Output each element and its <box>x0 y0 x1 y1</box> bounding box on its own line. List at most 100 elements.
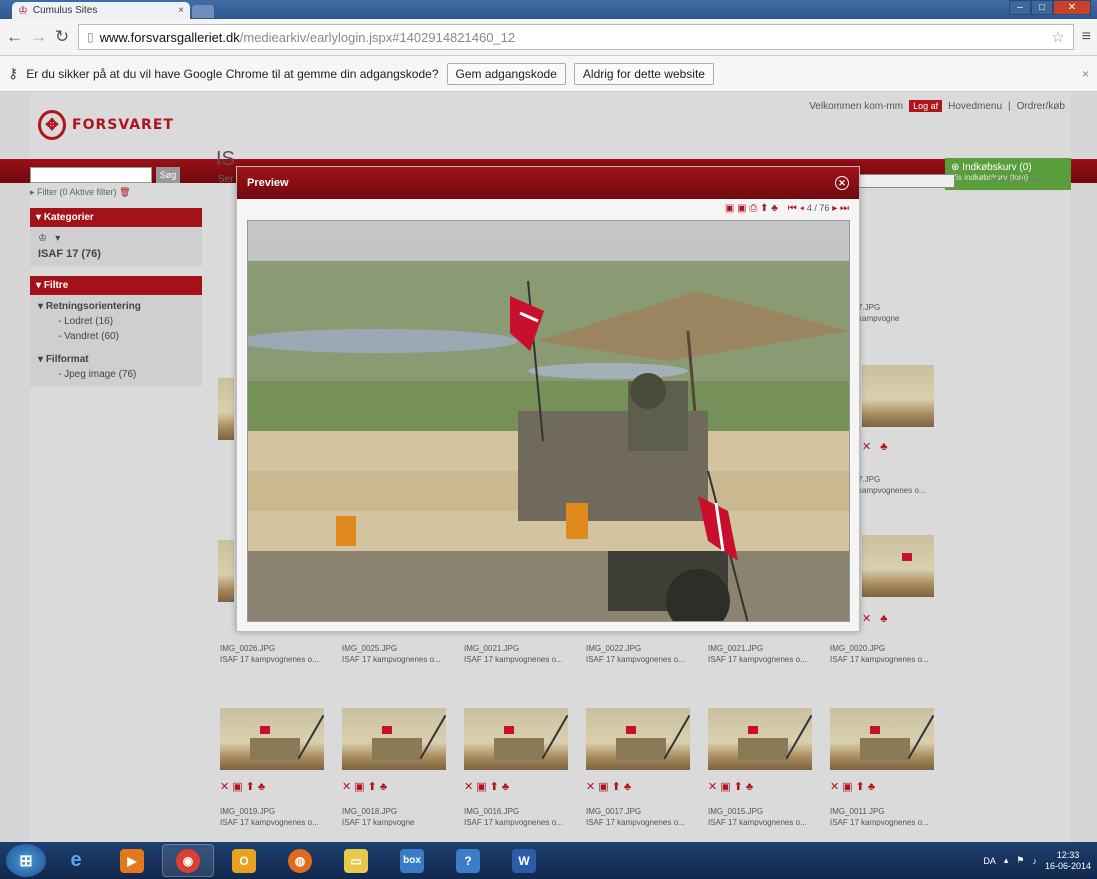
infobar-close-icon[interactable]: × <box>1082 67 1089 81</box>
volume-icon[interactable]: ♪ <box>1032 856 1037 866</box>
search-input[interactable] <box>30 167 152 183</box>
cart-icon: ⊕ <box>951 162 960 173</box>
thumb-tools[interactable]: ✕▣⬆♣ <box>708 780 756 793</box>
categories-header[interactable]: ▾ Kategorier <box>30 208 202 227</box>
language-indicator[interactable]: DA <box>983 856 996 866</box>
sort-select[interactable]: ▾ <box>855 174 955 188</box>
menu-icon[interactable]: ≡ <box>1082 28 1091 46</box>
main-menu-link[interactable]: Hovedmenu <box>948 101 1002 112</box>
thumbnail-image[interactable] <box>862 535 934 597</box>
thumb-caption: IMG_0019.JPG ISAF 17 kampvognenes o... <box>220 807 319 827</box>
minimize-icon[interactable]: – <box>1009 0 1031 15</box>
browser-tab[interactable]: ♔ Cumulus Sites × <box>12 2 190 19</box>
password-infobar: ⚷ Er du sikker på at du vil have Google … <box>0 56 1097 92</box>
outlook-icon[interactable]: O <box>218 844 270 877</box>
bookmark-star-icon[interactable]: ☆ <box>1051 28 1064 46</box>
logout-button[interactable]: Log af <box>909 100 943 112</box>
address-toolbar: ← → ↻ ▯ www.forsvarsgalleriet.dk/mediear… <box>0 19 1097 56</box>
forsvaret-logo[interactable]: ✥ FORSVARET <box>38 110 174 140</box>
folder-icon[interactable]: ▭ <box>330 844 382 877</box>
url-host: www.forsvarsgalleriet.dk <box>99 29 240 45</box>
thumb-caption: 7.JPG kampvogne <box>858 303 900 323</box>
search-button[interactable]: Søg <box>156 167 180 183</box>
preview-tool-icons[interactable]: ▣ ▣ ⎙ ⬆ ♣ <box>725 203 778 214</box>
forward-arrow-icon[interactable]: → <box>30 27 47 47</box>
orientation-header[interactable]: ▾ Retningsorientering <box>38 299 194 314</box>
preview-photo <box>247 220 850 622</box>
gallery-subtitle: Ser <box>218 174 234 185</box>
filter-panel: ▾ Retningsorientering - Lodret (16) - Va… <box>30 295 202 386</box>
thumb-tools[interactable]: ✕▣⬆♣ <box>342 780 390 793</box>
modal-title: Preview <box>247 177 289 189</box>
search-row: Søg <box>30 167 202 183</box>
crest-icon: ✥ <box>38 110 66 140</box>
thumb-tools[interactable]: ✕▣⬆♣ <box>830 780 878 793</box>
save-password-button[interactable]: Gem adgangskode <box>446 62 566 85</box>
thumbnail-image[interactable] <box>830 708 934 770</box>
media-player-icon[interactable]: ▶ <box>106 844 158 877</box>
windows-taskbar: ⊞ e ▶ ◉ O ◍ ▭ box ? W DA ▴ ⚑ ♪ 12:33 16-… <box>0 842 1097 879</box>
tab-close-icon[interactable]: × <box>178 5 184 16</box>
categories-panel: ♔ ▾ ISAF 17 (76) <box>30 227 202 266</box>
key-icon: ⚷ <box>8 65 19 81</box>
thumb-caption: IMG_0017.JPG ISAF 17 kampvognenes o... <box>586 807 685 827</box>
firefox-icon[interactable]: ◍ <box>274 844 326 877</box>
maximize-icon[interactable]: □ <box>1031 0 1053 15</box>
category-nav-icons[interactable]: ♔ ▾ <box>38 231 194 246</box>
sidebar: Søg ▸ Filter (0 Aktive filter) 🗑 ▾ Kateg… <box>30 167 202 386</box>
modal-pager[interactable]: ⏮ ◂ 4 / 76 ▸ ⏭ <box>788 203 849 214</box>
chrome-icon[interactable]: ◉ <box>162 844 214 877</box>
filter-summary[interactable]: ▸ Filter (0 Aktive filter) 🗑 <box>30 187 202 198</box>
modal-toolbar: ▣ ▣ ⎙ ⬆ ♣ ⏮ ◂ 4 / 76 ▸ ⏭ <box>237 199 859 217</box>
reload-icon[interactable]: ↻ <box>54 27 70 47</box>
thumb-tools[interactable]: ✕ ♣ <box>862 612 891 625</box>
network-icon[interactable]: ⚑ <box>1016 855 1024 866</box>
thumb-caption: IMG_0020.JPG ISAF 17 kampvognenes o... <box>830 644 929 664</box>
box-app-icon[interactable]: box <box>386 844 438 877</box>
thumb-caption: IMG_0018.JPG ISAF 17 kampvogne <box>342 807 415 827</box>
thumb-caption: IMG_0026.JPG ISAF 17 kampvognenes o... <box>220 644 319 664</box>
pager[interactable]: ⏮ ◂ 1 / 2 ▸ ⏭ <box>990 174 1042 185</box>
url-bar[interactable]: ▯ www.forsvarsgalleriet.dk/mediearkiv/ea… <box>78 24 1074 50</box>
thumbnail-image[interactable] <box>586 708 690 770</box>
category-item[interactable]: ISAF 17 (76) <box>38 246 194 262</box>
thumbnail-image[interactable] <box>218 378 234 440</box>
filter-header[interactable]: ▾ Filtre <box>30 276 202 295</box>
url-path: /mediearkiv/earlylogin.jspx#140291482146… <box>239 29 516 45</box>
word-icon[interactable]: W <box>498 844 550 877</box>
orientation-item[interactable]: - Lodret (16) <box>38 314 194 329</box>
modal-header: Preview ✕ <box>237 167 859 199</box>
window-controls: – □ ✕ <box>1009 0 1091 15</box>
orders-link[interactable]: Ordrer/køb <box>1017 101 1065 112</box>
thumb-tools[interactable]: ✕▣⬆♣ <box>464 780 512 793</box>
ie-icon[interactable]: e <box>50 844 102 877</box>
clock[interactable]: 12:33 16-06-2014 <box>1045 850 1091 872</box>
format-header[interactable]: ▾ Filformat <box>38 352 194 367</box>
never-save-button[interactable]: Aldrig for dette website <box>573 62 714 85</box>
thumbnail-image[interactable] <box>342 708 446 770</box>
thumbnail-image[interactable] <box>862 365 934 427</box>
thumb-tools[interactable]: ✕▣⬆♣ <box>220 780 268 793</box>
start-button[interactable]: ⊞ <box>6 844 46 877</box>
help-icon[interactable]: ? <box>442 844 494 877</box>
logo-text: FORSVARET <box>72 117 174 133</box>
thumbnail-image[interactable] <box>218 540 234 602</box>
thumb-caption: IMG_0021.JPG ISAF 17 kampvognenes o... <box>708 644 807 664</box>
thumb-tools[interactable]: ✕ ♣ <box>862 440 891 453</box>
thumbnail-image[interactable] <box>220 708 324 770</box>
trash-icon[interactable]: 🗑 <box>119 187 130 197</box>
system-tray: DA ▴ ⚑ ♪ 12:33 16-06-2014 <box>983 850 1091 872</box>
new-tab-button[interactable] <box>192 5 214 18</box>
window-close-icon[interactable]: ✕ <box>1053 0 1091 15</box>
back-arrow-icon[interactable]: ← <box>6 27 23 47</box>
infobar-text: Er du sikker på at du vil have Google Ch… <box>26 66 439 81</box>
modal-close-icon[interactable]: ✕ <box>835 176 849 190</box>
tray-arrow-icon[interactable]: ▴ <box>1004 855 1009 866</box>
thumb-caption: IMG_0025.JPG ISAF 17 kampvognenes o... <box>342 644 441 664</box>
orientation-item[interactable]: - Vandret (60) <box>38 329 194 344</box>
thumb-tools[interactable]: ✕▣⬆♣ <box>586 780 634 793</box>
thumbnail-image[interactable] <box>708 708 812 770</box>
gallery-title: IS <box>216 148 235 170</box>
format-item[interactable]: - Jpeg image (76) <box>38 367 194 382</box>
thumbnail-image[interactable] <box>464 708 568 770</box>
